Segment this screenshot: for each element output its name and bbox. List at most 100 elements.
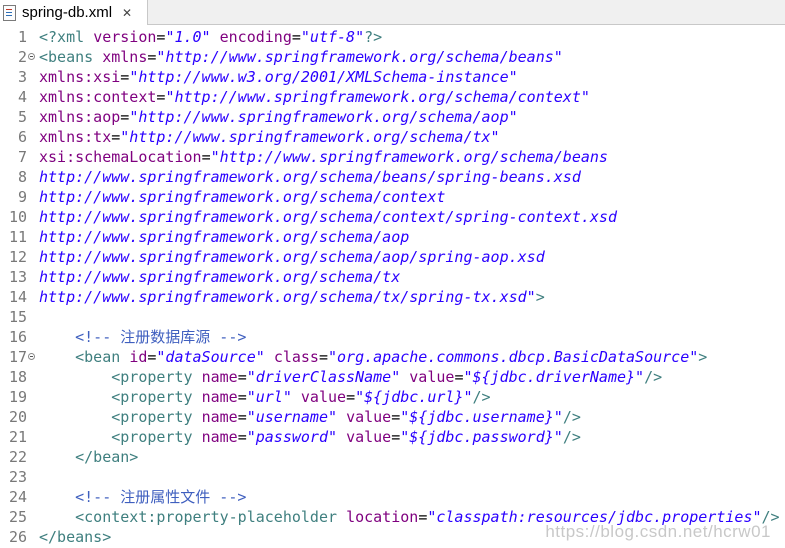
token-txt: = bbox=[111, 128, 121, 146]
token-tag: </bean> bbox=[75, 448, 139, 466]
token-val: "dataSource" bbox=[156, 348, 265, 366]
line-number: 15 bbox=[8, 308, 27, 326]
token-attr: xmlns:tx bbox=[39, 128, 112, 146]
fold-toggle-icon[interactable] bbox=[28, 353, 35, 360]
token-attr: xmlns:context bbox=[39, 88, 157, 106]
line-number: 26 bbox=[8, 528, 27, 546]
code-text: xmlns:tx="http://www.springframework.org… bbox=[39, 127, 500, 147]
token-tag: > bbox=[698, 348, 708, 366]
token-txt: = bbox=[346, 388, 356, 406]
token-txt: = bbox=[237, 428, 247, 446]
token-val: "http://www.springframework.org/schema/b… bbox=[210, 148, 608, 166]
code-editor[interactable]: 1 <?xml version="1.0" encoding="utf-8"?> 2… bbox=[0, 25, 785, 548]
line-number: 9 bbox=[17, 188, 27, 206]
token-attr: version bbox=[93, 28, 157, 46]
line-number: 14 bbox=[8, 288, 27, 306]
token-attr: xmlns:aop bbox=[39, 108, 121, 126]
code-text: http://www.springframework.org/schema/co… bbox=[39, 207, 617, 227]
token-attr: name bbox=[201, 408, 238, 426]
token-txt: = bbox=[391, 408, 401, 426]
line-number: 4 bbox=[17, 88, 27, 106]
token-txt: = bbox=[318, 348, 328, 366]
token-val: http://www.springframework.org/schema/tx… bbox=[39, 288, 536, 306]
tab-spring-db-xml[interactable]: spring-db.xml ✕ bbox=[0, 0, 148, 25]
token-tag: <property bbox=[111, 368, 202, 386]
line-number: 19 bbox=[8, 388, 27, 406]
token-tag: <bean bbox=[75, 348, 130, 366]
token-tag: /> bbox=[472, 388, 491, 406]
token-attr: xmlns:xsi bbox=[39, 68, 121, 86]
token-attr: value bbox=[346, 408, 392, 426]
token-val: "url" bbox=[246, 388, 292, 406]
line-number: 18 bbox=[8, 368, 27, 386]
line-number: 21 bbox=[8, 428, 27, 446]
token-val: "http://www.springframework.org/schema/c… bbox=[165, 88, 590, 106]
line-number: 11 bbox=[8, 228, 27, 246]
token-tag: <property bbox=[111, 428, 202, 446]
token-attr: location bbox=[346, 508, 419, 526]
line-number: 6 bbox=[17, 128, 27, 146]
token-attr: name bbox=[201, 368, 238, 386]
token-val: "http://www.w3.org/2001/XMLSchema-instan… bbox=[129, 68, 518, 86]
code-text: <bean id="dataSource" class="org.apache.… bbox=[39, 347, 707, 367]
code-text: <?xml version="1.0" encoding="utf-8"?> bbox=[39, 27, 382, 47]
token-txt: = bbox=[120, 68, 130, 86]
token-val: "driverClassName" bbox=[246, 368, 401, 386]
code-text: http://www.springframework.org/schema/tx bbox=[39, 267, 400, 287]
line-number: 3 bbox=[17, 68, 27, 86]
token-txt: = bbox=[237, 408, 247, 426]
watermark: https://blog.csdn.net/hcrw01 bbox=[545, 522, 771, 541]
editor-tab-bar: spring-db.xml ✕ bbox=[0, 0, 785, 25]
line-number: 22 bbox=[8, 448, 27, 466]
token-val: "org.apache.commons.dbcp.BasicDataSource… bbox=[328, 348, 699, 366]
token-val: http://www.springframework.org/schema/co… bbox=[39, 208, 617, 226]
token-tag: > bbox=[535, 288, 545, 306]
token-attr: id bbox=[129, 348, 148, 366]
token-attr: name bbox=[201, 428, 238, 446]
code-text: </bean> bbox=[39, 447, 138, 467]
token-txt: = bbox=[391, 428, 401, 446]
line-number: 23 bbox=[8, 468, 27, 486]
code-text: xmlns:context="http://www.springframewor… bbox=[39, 87, 590, 107]
code-text: <!-- 注册数据库源 --> bbox=[39, 327, 246, 347]
line-number: 16 bbox=[8, 328, 27, 346]
token-txt: = bbox=[201, 148, 211, 166]
code-text: <property name="username" value="${jdbc.… bbox=[39, 407, 581, 427]
close-icon[interactable]: ✕ bbox=[122, 6, 132, 20]
tab-title: spring-db.xml bbox=[22, 4, 113, 21]
token-txt: = bbox=[418, 508, 428, 526]
token-tag: <?xml bbox=[39, 28, 94, 46]
line-number: 17 bbox=[8, 348, 27, 366]
token-val: "${jdbc.url}" bbox=[355, 388, 473, 406]
line-number: 10 bbox=[8, 208, 27, 226]
token-val: "password" bbox=[246, 428, 338, 446]
line-number: 12 bbox=[8, 248, 27, 266]
token-attr: value bbox=[300, 388, 347, 406]
token-tag: /> bbox=[562, 428, 581, 446]
line-number: 7 bbox=[17, 148, 27, 166]
token-tag: <property bbox=[111, 388, 202, 406]
line-number: 20 bbox=[8, 408, 27, 426]
fold-toggle-icon[interactable] bbox=[28, 53, 35, 60]
code-text: xmlns:xsi="http://www.w3.org/2001/XMLSch… bbox=[39, 67, 518, 87]
line-number: 5 bbox=[17, 108, 27, 126]
line-number: 13 bbox=[8, 268, 27, 286]
token-attr: value bbox=[409, 368, 455, 386]
code-text: <property name="driverClassName" value="… bbox=[39, 367, 662, 387]
code-text: <beans xmlns="http://www.springframework… bbox=[39, 47, 563, 67]
token-val: "${jdbc.password}" bbox=[400, 428, 563, 446]
token-attr: class bbox=[273, 348, 319, 366]
token-txt: = bbox=[237, 368, 247, 386]
